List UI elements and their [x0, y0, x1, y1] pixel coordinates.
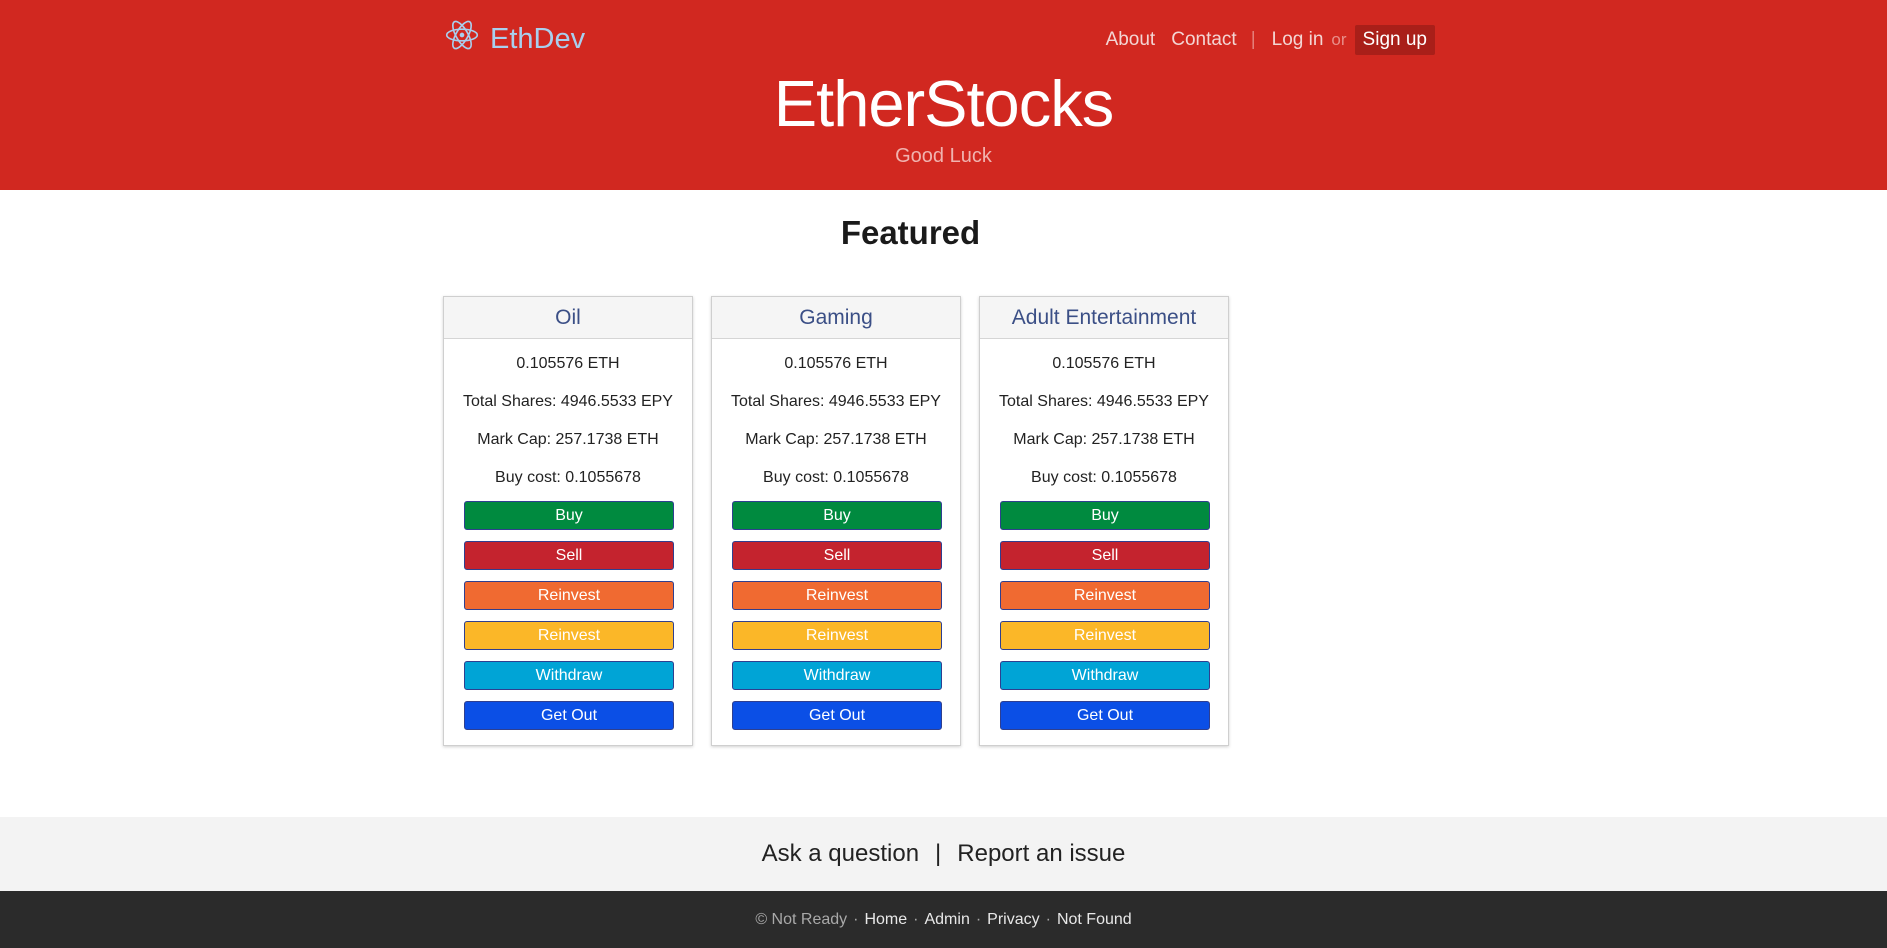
get-out-button[interactable]: Get Out	[732, 701, 942, 730]
card-title: Oil	[444, 297, 692, 339]
stock-card-gaming: Gaming 0.105576 ETH Total Shares: 4946.5…	[711, 296, 961, 746]
footer-dot: ·	[853, 910, 859, 928]
site-header: EthDev About Contact | Log in or Sign up…	[0, 0, 1887, 190]
card-market-cap: Mark Cap: 257.1738 ETH	[745, 431, 927, 448]
get-out-button[interactable]: Get Out	[1000, 701, 1210, 730]
card-price: 0.105576 ETH	[784, 355, 888, 372]
brand-link[interactable]: EthDev	[444, 20, 585, 58]
footer-pipe: |	[935, 840, 942, 867]
footer-not-found-link[interactable]: Not Found	[1057, 911, 1132, 929]
reinvest-button[interactable]: Reinvest	[732, 581, 942, 610]
footer-dot: ·	[1045, 910, 1051, 928]
card-title: Gaming	[712, 297, 960, 339]
card-market-cap: Mark Cap: 257.1738 ETH	[1013, 431, 1195, 448]
featured-cards: Oil 0.105576 ETH Total Shares: 4946.5533…	[443, 296, 1229, 746]
withdraw-button[interactable]: Withdraw	[464, 661, 674, 690]
footer-home-link[interactable]: Home	[864, 911, 907, 929]
footer-privacy-link[interactable]: Privacy	[987, 911, 1039, 929]
reinvest-alt-button[interactable]: Reinvest	[732, 621, 942, 650]
footer-links: Ask a question | Report an issue	[0, 817, 1887, 891]
buy-button[interactable]: Buy	[464, 501, 674, 530]
site-title: EtherStocks	[773, 67, 1114, 140]
sell-button[interactable]: Sell	[464, 541, 674, 570]
report-issue-link[interactable]: Report an issue	[957, 840, 1125, 868]
footer-bottom: © Not Ready · Home · Admin · Privacy · N…	[0, 891, 1887, 948]
top-nav: About Contact | Log in or Sign up	[1090, 24, 1435, 56]
nav-contact-link[interactable]: Contact	[1171, 29, 1236, 51]
card-buy-cost: Buy cost: 0.1055678	[1031, 469, 1177, 486]
copyright-text: © Not Ready	[755, 910, 848, 928]
card-price: 0.105576 ETH	[1052, 355, 1156, 372]
card-buy-cost: Buy cost: 0.1055678	[763, 469, 909, 486]
site-subtitle: Good Luck	[895, 145, 992, 167]
ask-question-link[interactable]: Ask a question	[762, 840, 919, 868]
buy-button[interactable]: Buy	[732, 501, 942, 530]
reinvest-button[interactable]: Reinvest	[1000, 581, 1210, 610]
card-market-cap: Mark Cap: 257.1738 ETH	[477, 431, 659, 448]
card-total-shares: Total Shares: 4946.5533 EPY	[731, 393, 941, 410]
get-out-button[interactable]: Get Out	[464, 701, 674, 730]
reinvest-alt-button[interactable]: Reinvest	[1000, 621, 1210, 650]
atom-icon	[444, 17, 480, 61]
buy-button[interactable]: Buy	[1000, 501, 1210, 530]
footer-dot: ·	[913, 910, 919, 928]
withdraw-button[interactable]: Withdraw	[1000, 661, 1210, 690]
footer-dot: ·	[975, 910, 982, 928]
card-total-shares: Total Shares: 4946.5533 EPY	[463, 393, 673, 410]
card-total-shares: Total Shares: 4946.5533 EPY	[999, 393, 1209, 410]
nav-login-link[interactable]: Log in	[1272, 29, 1324, 51]
stock-card-adult-entertainment: Adult Entertainment 0.105576 ETH Total S…	[979, 296, 1229, 746]
nav-or-text: or	[1331, 30, 1347, 49]
nav-about-link[interactable]: About	[1106, 29, 1156, 51]
nav-signup-button[interactable]: Sign up	[1354, 25, 1435, 55]
footer-admin-link[interactable]: Admin	[924, 911, 969, 929]
reinvest-alt-button[interactable]: Reinvest	[464, 621, 674, 650]
featured-heading: Featured	[840, 214, 981, 251]
sell-button[interactable]: Sell	[1000, 541, 1210, 570]
withdraw-button[interactable]: Withdraw	[732, 661, 942, 690]
brand-name: EthDev	[490, 22, 586, 55]
stock-card-oil: Oil 0.105576 ETH Total Shares: 4946.5533…	[443, 296, 693, 746]
card-title: Adult Entertainment	[980, 297, 1228, 339]
sell-button[interactable]: Sell	[732, 541, 942, 570]
nav-separator: |	[1250, 29, 1256, 50]
card-buy-cost: Buy cost: 0.1055678	[495, 469, 641, 486]
reinvest-button[interactable]: Reinvest	[464, 581, 674, 610]
card-price: 0.105576 ETH	[516, 355, 620, 372]
